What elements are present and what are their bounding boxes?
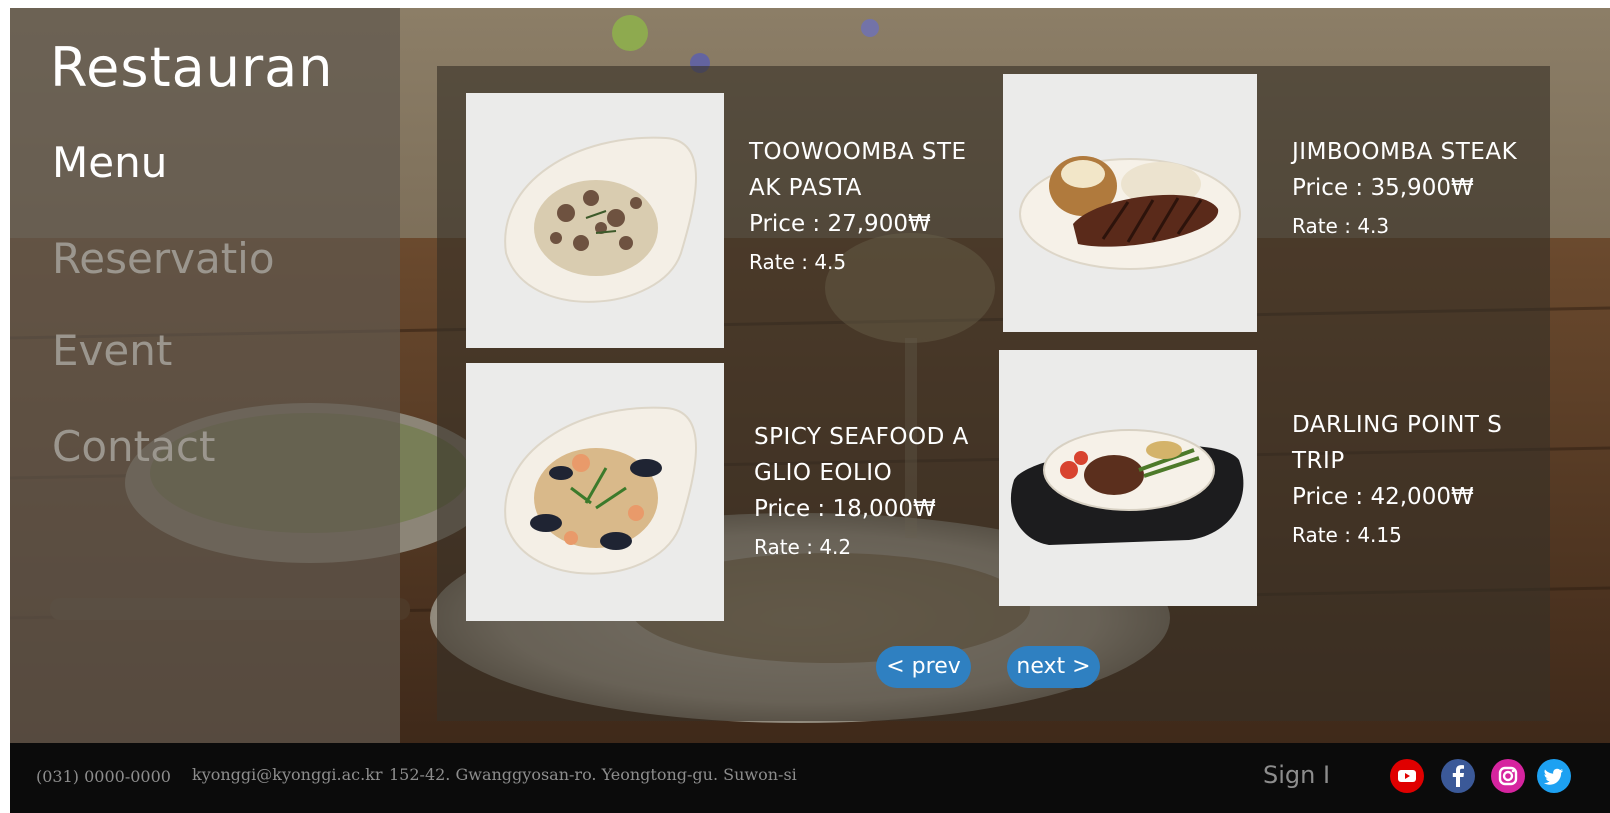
- nav-item-menu[interactable]: Menu: [52, 138, 302, 187]
- signin-link[interactable]: Sign I: [1263, 761, 1333, 789]
- footer: (031) 0000-0000 kyonggi@kyonggi.ac.kr 15…: [10, 743, 1610, 813]
- menu-item-4-info: DARLING POINT S TRIP Price : 42,000₩ Rat…: [1292, 407, 1537, 555]
- dish-price: Price : 42,000₩: [1292, 484, 1474, 510]
- dish-name: TOOWOOMBA STE: [749, 139, 967, 165]
- dish-name-cont: AK PASTA: [749, 175, 862, 201]
- page-frame: Restauran Menu Reservatio Event Contact …: [10, 8, 1610, 813]
- footer-phone: (031) 0000-0000: [36, 767, 171, 786]
- dish-price: Price : 27,900₩: [749, 211, 931, 237]
- prev-button[interactable]: < prev: [876, 646, 971, 688]
- dish-image-creamy-steak-pasta[interactable]: [466, 93, 724, 348]
- dish-image-steak-with-potato-and-rice[interactable]: [1003, 74, 1257, 332]
- dish-rate: Rate : 4.3: [1292, 214, 1390, 238]
- dish-image-seafood-pasta-with-mussels[interactable]: [466, 363, 724, 621]
- dish-rate: Rate : 4.2: [754, 535, 852, 559]
- next-button[interactable]: next >: [1007, 646, 1100, 688]
- brand-title[interactable]: Restauran: [50, 36, 340, 99]
- dish-name-cont: GLIO EOLIO: [754, 460, 893, 486]
- dish-rate: Rate : 4.15: [1292, 523, 1402, 547]
- dish-name: DARLING POINT S: [1292, 412, 1503, 438]
- youtube-icon[interactable]: [1390, 759, 1424, 793]
- dish-price: Price : 18,000₩: [754, 496, 936, 522]
- dish-rate: Rate : 4.5: [749, 250, 847, 274]
- dish-price: Price : 35,900₩: [1292, 175, 1474, 201]
- dish-name: SPICY SEAFOOD A: [754, 424, 969, 450]
- nav-item-contact[interactable]: Contact: [52, 422, 302, 471]
- footer-email: kyonggi@kyonggi.ac.kr: [192, 765, 383, 784]
- facebook-icon[interactable]: [1441, 759, 1475, 793]
- sidebar: Restauran Menu Reservatio Event Contact: [10, 8, 400, 763]
- menu-item-1-info: TOOWOOMBA STE AK PASTA Price : 27,900₩ R…: [749, 134, 984, 282]
- menu-item-2-info: JIMBOOMBA STEAK Price : 35,900₩ Rate : 4…: [1292, 134, 1537, 246]
- nav-item-event[interactable]: Event: [52, 326, 302, 375]
- menu-item-3-info: SPICY SEAFOOD A GLIO EOLIO Price : 18,00…: [754, 419, 984, 567]
- dish-name: JIMBOOMBA STEAK: [1292, 139, 1518, 165]
- nav-item-reservation[interactable]: Reservatio: [52, 234, 302, 283]
- dish-name-cont: TRIP: [1292, 448, 1345, 474]
- dish-image-steak-on-sizzling-plate[interactable]: [999, 350, 1257, 606]
- twitter-icon[interactable]: [1537, 759, 1571, 793]
- menu-panel: TOOWOOMBA STE AK PASTA Price : 27,900₩ R…: [437, 66, 1550, 721]
- footer-address: 152-42. Gwanggyosan-ro. Yeongtong-gu. Su…: [389, 765, 797, 784]
- instagram-icon[interactable]: [1491, 759, 1525, 793]
